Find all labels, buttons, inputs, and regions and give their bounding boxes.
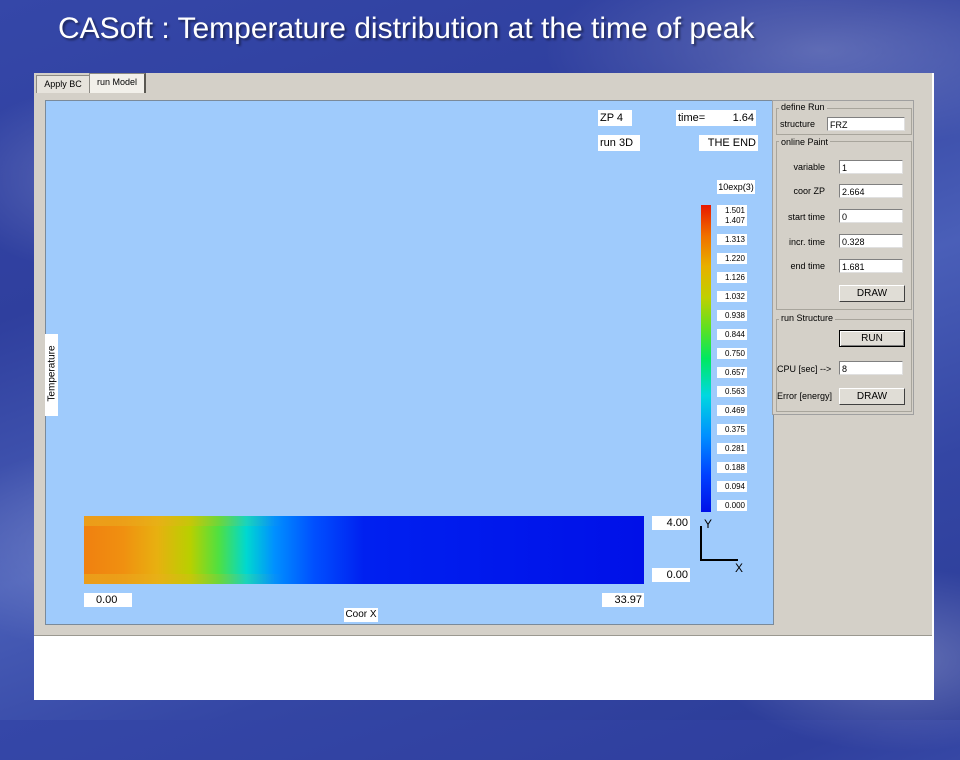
temperature-axis-label: Temperature [45,334,58,416]
colorbar-tick: 1.220 [717,253,747,264]
colorbar-tick: 0.657 [717,367,747,378]
incr-time-label: incr. time [788,237,825,247]
structure-label: structure [779,119,815,129]
temperature-field-top-edge [84,516,284,526]
start-time-label: start time [787,212,825,222]
cpu-label: CPU [sec] --> [777,364,832,374]
structure-input[interactable]: FRZ [827,117,905,131]
zp-label: ZP 4 [598,110,632,126]
x-axis-arrow [700,559,738,561]
run-3d-label: run 3D [598,135,640,151]
time-label: time= [678,112,706,124]
colorbar-tick: 0.000 [717,500,747,511]
colorbar-tick: 1.313 [717,234,747,245]
y-axis-title: Temperature [46,345,58,402]
end-time-label: end time [790,261,825,271]
colorbar [701,205,711,512]
define-run-title: define Run [779,102,827,112]
colorbar-tick: 0.563 [717,386,747,397]
end-time-input[interactable]: 1.681 [839,259,903,273]
online-paint-draw-button[interactable]: DRAW [839,285,905,302]
tab-apply-bc[interactable]: Apply BC [36,75,90,93]
variable-label: variable [793,162,825,172]
scale-label: 10exp(3) [717,180,755,194]
white-area [34,636,932,700]
side-panel: define Run structure FRZ online Paint va… [772,100,914,415]
temperature-field-bottom-edge [84,574,284,584]
axis-y-letter: Y [704,517,713,531]
colorbar-tick: 0.281 [717,443,747,454]
colorbar-tick: 1.407 [717,215,747,226]
colorbar-tick: 1.126 [717,272,747,283]
time-value: 1.64 [732,112,754,124]
error-energy-label: Error [energy] [777,391,833,401]
colorbar-tick: 0.844 [717,329,747,340]
app-window: Apply BC run Model ZP 4 time= 1.64 run 3… [34,73,934,700]
colorbar-tick: 1.032 [717,291,747,302]
incr-time-input[interactable]: 0.328 [839,234,903,248]
error-draw-button[interactable]: DRAW [839,388,905,405]
colorbar-tick: 0.469 [717,405,747,416]
client-area: Apply BC run Model ZP 4 time= 1.64 run 3… [34,73,932,636]
coor-zp-label: coor ZP [793,186,825,196]
y-min-label: 0.00 [652,568,690,582]
cpu-input[interactable]: 8 [839,361,903,375]
x-min-label: 0.00 [84,593,132,607]
online-paint-title: online Paint [779,137,831,147]
coor-zp-input[interactable]: 2.664 [839,184,903,198]
x-axis-title: Coor X [344,608,378,622]
start-time-input[interactable]: 0 [839,209,903,223]
end-label: THE END [699,135,758,151]
colorbar-tick: 0.188 [717,462,747,473]
colorbar-tick: 0.094 [717,481,747,492]
tab-run-model[interactable]: run Model [89,73,146,93]
slide-title: CASoft : Temperature distribution at the… [58,12,755,45]
y-max-label: 4.00 [652,516,690,530]
x-max-label: 33.97 [602,593,644,607]
run-button[interactable]: RUN [839,330,905,347]
colorbar-tick: 0.375 [717,424,747,435]
run-structure-title: run Structure [779,313,836,323]
y-axis-arrow [700,526,702,560]
colorbar-tick: 0.938 [717,310,747,321]
colorbar-tick: 0.750 [717,348,747,359]
time-readout: time= 1.64 [676,110,756,126]
plot-canvas: ZP 4 time= 1.64 run 3D THE END 10exp(3) … [45,100,774,625]
axis-x-letter: X [735,561,744,575]
variable-input[interactable]: 1 [839,160,903,174]
